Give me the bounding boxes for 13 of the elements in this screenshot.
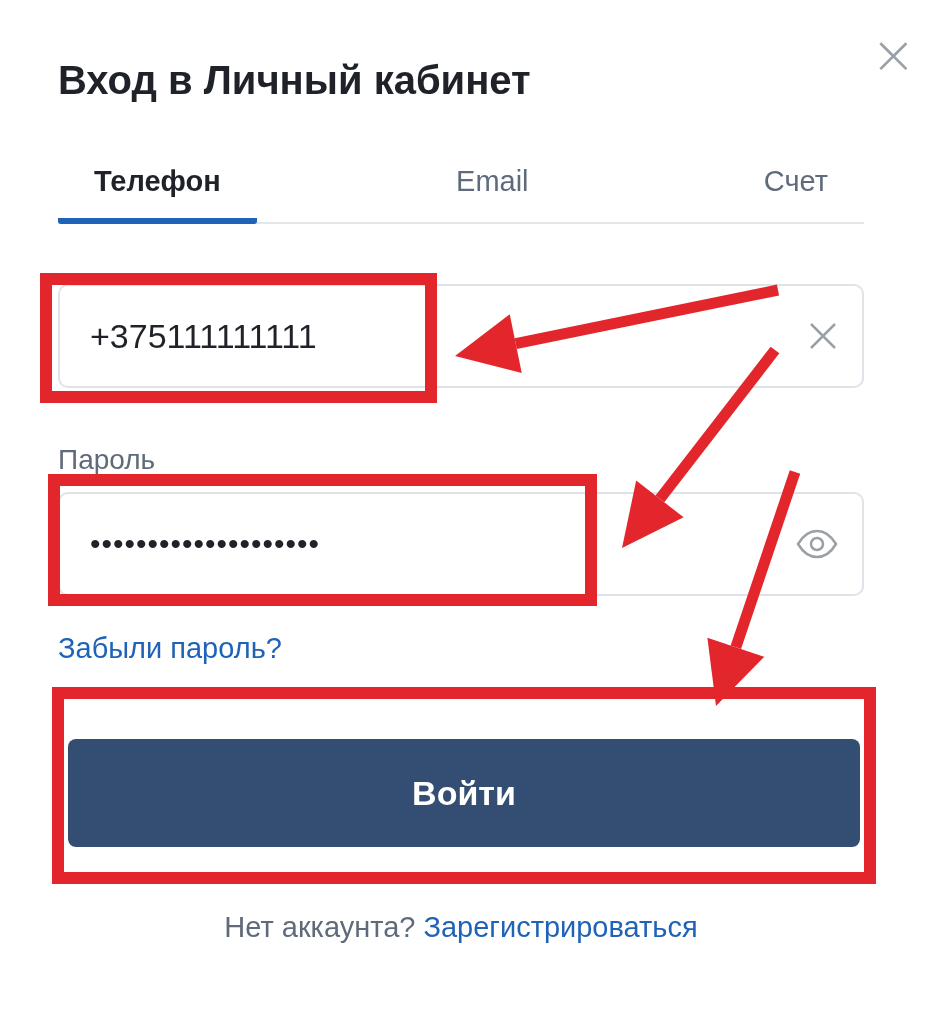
forgot-password-link[interactable]: Забыли пароль? [58,632,282,665]
clear-icon[interactable] [808,321,838,351]
register-link[interactable]: Зарегистрироваться [423,911,698,944]
eye-icon[interactable] [796,529,838,559]
tab[interactable]: Телефон [58,155,257,224]
field-label: Пароль [58,444,157,476]
dialog-title: Вход в Личный кабинет [58,58,531,103]
phone-field[interactable]: +375111111111 [58,284,864,388]
login-button[interactable]: Войти [68,739,860,847]
footer-text: Нет аккаунта? [224,911,416,944]
tab[interactable]: Email [420,155,565,224]
tab[interactable]: Счет [727,155,864,224]
password-field[interactable]: •••••••••••••••••••• [58,492,864,596]
